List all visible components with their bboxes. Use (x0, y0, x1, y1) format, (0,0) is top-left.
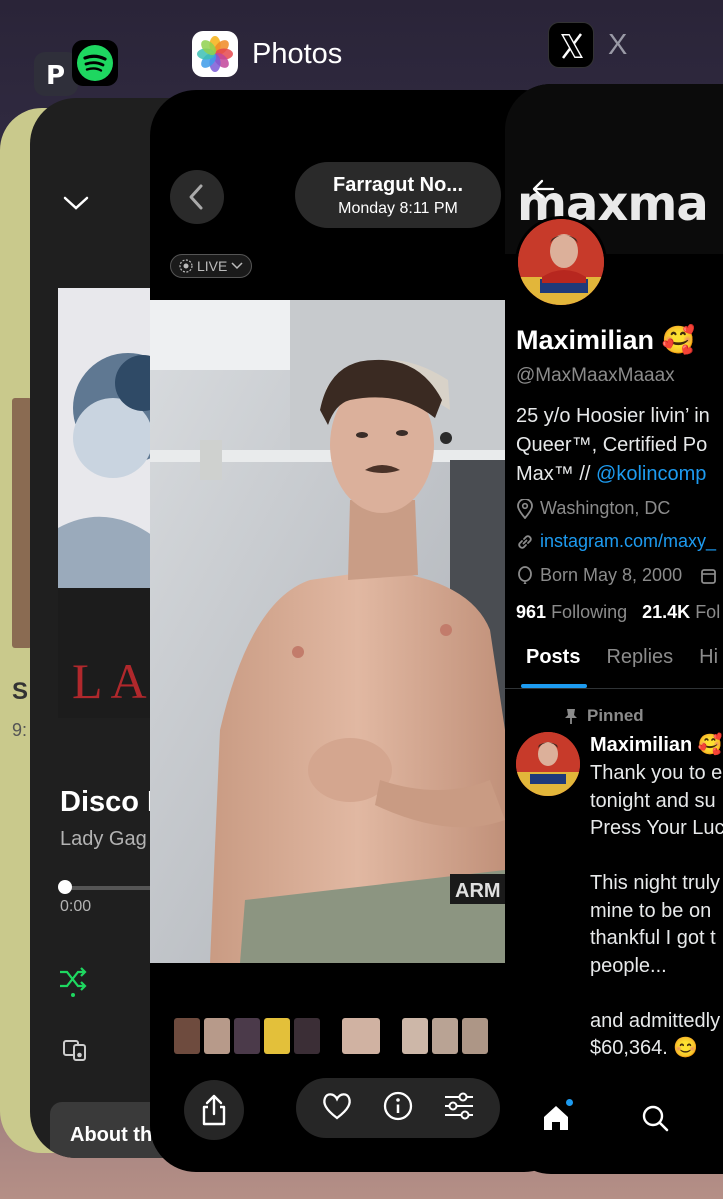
location-text: Washington, DC (540, 498, 671, 518)
shuffle-icon[interactable] (58, 964, 88, 1003)
pinned-label: Pinned (587, 706, 644, 725)
thumbnail[interactable] (462, 1018, 488, 1054)
photo-location-title: Farragut No... (332, 174, 463, 196)
share-button[interactable] (184, 1080, 244, 1140)
bio-line: Max™ // @kolincomp (516, 460, 723, 489)
birthday-text: Born May 8, 2000 (540, 565, 683, 585)
followers-count: 21.4K (642, 602, 691, 622)
chevron-down-icon[interactable] (62, 194, 90, 217)
connect-device-icon[interactable] (62, 1038, 88, 1067)
following-label: Following (551, 602, 628, 622)
home-icon[interactable] (541, 1098, 573, 1138)
underwear-brand-text: ARM (455, 880, 501, 902)
profile-bio: 25 y/o Hoosier livin’ in Queer™, Certifi… (516, 402, 723, 489)
divider (505, 688, 723, 689)
thumbnail[interactable] (234, 1018, 260, 1054)
live-photo-badge[interactable]: LIVE (170, 254, 253, 278)
card-letter: S (12, 678, 29, 705)
follow-counts[interactable]: 961 Following 21.4K Fol (516, 602, 720, 623)
bio-line: Queer™, Certified Po (516, 434, 708, 456)
chevron-down-icon (231, 262, 243, 270)
following-count: 961 (516, 602, 547, 622)
x-app-label: X (608, 28, 628, 61)
photo-title-pill[interactable]: Farragut No... Monday 8:11 PM (295, 162, 501, 228)
photos-app-header[interactable]: Photos (192, 31, 342, 77)
website-link[interactable]: instagram.com/maxy_ (540, 531, 716, 552)
bio-mention-link[interactable]: @kolincomp (596, 463, 706, 485)
pin-icon (565, 709, 577, 724)
profile-location: Washington, DC (516, 498, 670, 519)
profile-tabs: Posts Replies Hi (526, 646, 718, 669)
photos-icon (192, 31, 238, 77)
thumbnail[interactable] (204, 1018, 230, 1054)
tweet-avatar[interactable] (516, 732, 580, 796)
bio-line: 25 y/o Hoosier livin’ in (516, 405, 710, 427)
heart-icon[interactable] (321, 1091, 353, 1126)
thumbnail[interactable] (342, 1018, 380, 1054)
thumbnail-gap (324, 1018, 338, 1054)
progress-knob[interactable] (58, 880, 72, 894)
thumbnail-gap (384, 1018, 398, 1054)
profile-birthday: Born May 8, 2000 (516, 565, 716, 586)
elapsed-time: 0:00 (60, 898, 92, 915)
live-icon (179, 259, 193, 273)
photo-date: Monday 8:11 PM (338, 200, 458, 217)
link-icon (518, 534, 532, 549)
svg-text:P: P (46, 61, 65, 91)
x-card[interactable]: maxma Maximilian 🥰 @MaxMaaxMaaax 25 y/o … (505, 84, 723, 1174)
thumbnail[interactable] (294, 1018, 320, 1054)
bio-text: Max™ // (516, 463, 597, 485)
tab-replies[interactable]: Replies (606, 646, 673, 669)
bottom-tab-bar (505, 1090, 723, 1150)
spotify-icon (72, 40, 118, 86)
profile-display-name: Maximilian 🥰 (516, 325, 696, 355)
thumbnail[interactable] (174, 1018, 200, 1054)
card-artwork-strip (12, 398, 32, 648)
back-button[interactable] (170, 170, 224, 224)
thumbnail[interactable] (432, 1018, 458, 1054)
profile-handle: @MaxMaaxMaaax (516, 365, 675, 386)
track-artist[interactable]: Lady Gag (60, 828, 147, 851)
calendar-icon (701, 568, 716, 584)
x-app-header[interactable]: X (548, 22, 627, 68)
thumbnail-strip[interactable] (174, 1018, 488, 1054)
balloon-icon (518, 565, 532, 584)
card-number: 9: (12, 720, 28, 740)
thumbnail[interactable] (402, 1018, 428, 1054)
share-icon (202, 1094, 226, 1126)
photo-image[interactable]: ARM (150, 300, 505, 963)
profile-avatar[interactable] (515, 216, 607, 308)
notification-dot (566, 1098, 573, 1106)
tab-highlights[interactable]: Hi (699, 646, 718, 669)
adjust-icon[interactable] (443, 1092, 475, 1125)
location-pin-icon (517, 498, 533, 519)
info-icon[interactable] (382, 1090, 414, 1127)
pinned-indicator: Pinned (563, 706, 644, 726)
tab-posts[interactable]: Posts (526, 646, 580, 669)
thumbnail[interactable] (264, 1018, 290, 1054)
tweet-author-name: Maximilian 🥰 (590, 734, 723, 756)
x-icon (548, 22, 594, 68)
live-label: LIVE (197, 258, 228, 274)
search-icon[interactable] (641, 1104, 669, 1137)
followers-label: Fol (695, 602, 721, 622)
photo-actions-bar (296, 1078, 500, 1138)
tweet-text[interactable]: Thank you to e tonight and su Press Your… (590, 760, 723, 1063)
album-title-text: LA (72, 653, 155, 709)
profile-website[interactable]: instagram.com/maxy_ (516, 531, 716, 552)
back-arrow-icon[interactable] (531, 178, 555, 205)
photos-app-label: Photos (252, 37, 343, 70)
